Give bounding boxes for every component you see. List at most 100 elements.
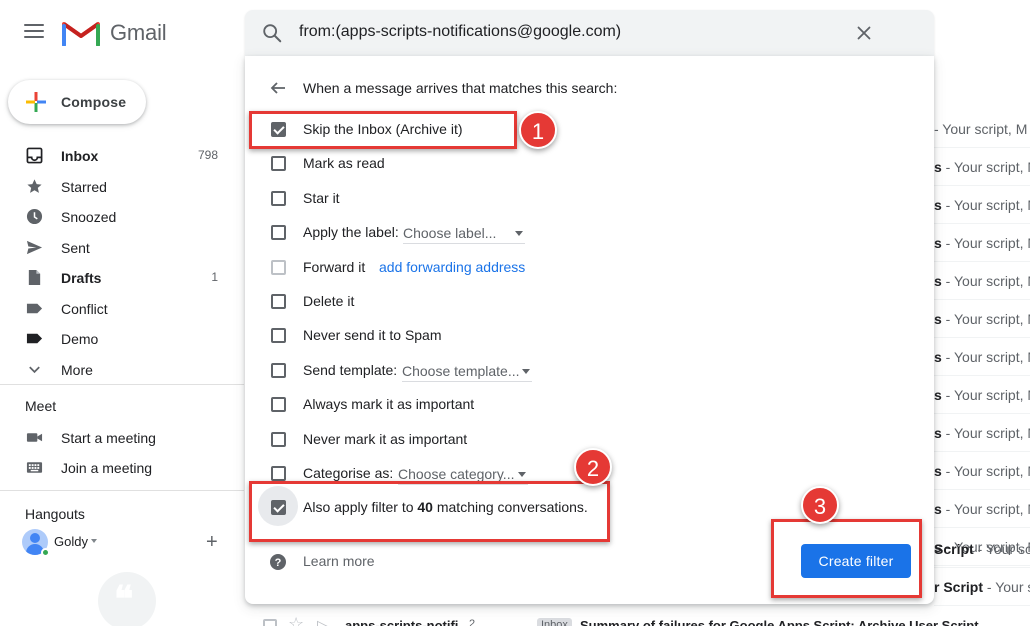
sidebar-item-label: Starred bbox=[61, 178, 107, 195]
star-outline-icon[interactable]: ☆ bbox=[288, 614, 304, 626]
caret-down-icon bbox=[522, 369, 530, 374]
sidebar-item-label: More bbox=[61, 361, 93, 378]
learn-more-link[interactable]: Learn more bbox=[303, 553, 375, 569]
sidebar-item-conflict[interactable]: Conflict bbox=[0, 293, 230, 324]
sidebar-item-count: 1 bbox=[211, 270, 218, 284]
online-status-icon bbox=[41, 548, 50, 557]
snippet: - Your sc bbox=[986, 579, 1030, 595]
inbox-badge: Inbox bbox=[537, 618, 572, 626]
sidebar-item-drafts[interactable]: Drafts 1 bbox=[0, 262, 230, 293]
send-icon bbox=[26, 240, 43, 254]
compose-button[interactable]: Compose bbox=[8, 80, 146, 124]
sender-fragment: s bbox=[934, 463, 942, 479]
category-select-value: Choose category... bbox=[398, 466, 515, 482]
search-icon[interactable] bbox=[261, 22, 283, 44]
list-item[interactable]: s - Your script, M bbox=[934, 452, 1030, 490]
snippet: - Your script, M bbox=[941, 311, 1030, 327]
template-select[interactable]: Choose template... bbox=[402, 360, 532, 382]
option-apply-label[interactable]: Apply the label: Choose label... bbox=[245, 217, 934, 247]
sender-fragment: s bbox=[934, 501, 942, 517]
gmail-brand[interactable]: Gmail bbox=[110, 20, 167, 46]
list-item[interactable]: s - Your script, M bbox=[934, 186, 1030, 224]
option-always-important[interactable]: Always mark it as important bbox=[245, 389, 934, 419]
hangouts-user-name: Goldy bbox=[54, 534, 88, 549]
annotation-badge-1: 1 bbox=[519, 111, 557, 149]
sidebar-item-sent[interactable]: Sent bbox=[0, 232, 230, 263]
list-item[interactable]: r Script - Your sc bbox=[934, 568, 1030, 606]
sidebar-item-demo[interactable]: Demo bbox=[0, 323, 230, 354]
star-icon bbox=[27, 178, 42, 193]
gmail-logo-icon[interactable] bbox=[62, 18, 100, 46]
sidebar-item-snoozed[interactable]: Snoozed bbox=[0, 201, 230, 232]
hangouts-quote-icon: ❝ bbox=[98, 572, 156, 626]
option-send-template[interactable]: Send template: Choose template... bbox=[245, 355, 934, 385]
hangouts-title: Hangouts bbox=[25, 506, 85, 522]
list-item[interactable]: s - Your script, M bbox=[934, 490, 1030, 528]
sidebar-divider bbox=[0, 490, 244, 491]
sidebar-item-inbox[interactable]: Inbox 798 bbox=[0, 140, 230, 171]
chevron-down-icon bbox=[29, 366, 40, 373]
sender-fragment: r Script bbox=[934, 579, 984, 595]
important-marker-icon[interactable]: ▷ bbox=[317, 616, 329, 626]
close-icon[interactable] bbox=[853, 22, 875, 44]
list-item[interactable]: s - Your script, M bbox=[934, 414, 1030, 452]
add-forwarding-address-link[interactable]: add forwarding address bbox=[379, 259, 525, 275]
sender-fragment: s bbox=[934, 197, 942, 213]
snippet: - Your scr bbox=[977, 541, 1030, 557]
start-meeting-label: Start a meeting bbox=[61, 430, 156, 446]
never-spam-checkbox[interactable] bbox=[271, 328, 286, 343]
list-item[interactable]: Script - Your scr bbox=[934, 530, 1030, 568]
caret-down-icon[interactable] bbox=[91, 539, 97, 543]
row-checkbox[interactable] bbox=[263, 619, 277, 626]
categorise-checkbox[interactable] bbox=[271, 466, 286, 481]
option-mark-as-read[interactable]: Mark as read bbox=[245, 148, 934, 178]
list-item[interactable]: s - Your script, M bbox=[934, 300, 1030, 338]
option-label: Star it bbox=[303, 190, 340, 206]
sidebar-item-starred[interactable]: Starred bbox=[0, 171, 230, 202]
option-never-spam[interactable]: Never send it to Spam bbox=[245, 320, 934, 350]
send-template-checkbox[interactable] bbox=[271, 363, 286, 378]
help-icon[interactable]: ? bbox=[269, 553, 287, 571]
join-meeting-item[interactable]: Join a meeting bbox=[0, 452, 230, 482]
search-input[interactable]: from:(apps-scripts-notifications@google.… bbox=[299, 23, 621, 41]
never-important-checkbox[interactable] bbox=[271, 432, 286, 447]
sidebar-divider bbox=[0, 384, 244, 385]
annotation-box-2 bbox=[249, 481, 610, 542]
list-item[interactable]: s - Your script, M bbox=[934, 148, 1030, 186]
list-item[interactable]: - Your script, M bbox=[934, 110, 1030, 148]
label-icon bbox=[26, 303, 43, 313]
annotation-badge-3: 3 bbox=[801, 486, 839, 524]
sidebar-item-more[interactable]: More bbox=[0, 354, 230, 385]
list-item[interactable]: s - Your script, M bbox=[934, 262, 1030, 300]
hangouts-user[interactable]: Goldy + bbox=[22, 529, 232, 557]
option-delete-it[interactable]: Delete it bbox=[245, 286, 934, 316]
option-forward-it[interactable]: Forward it add forwarding address bbox=[245, 252, 934, 282]
search-bar[interactable]: from:(apps-scripts-notifications@google.… bbox=[245, 10, 934, 56]
add-icon[interactable]: + bbox=[206, 531, 218, 554]
arrow-back-icon[interactable] bbox=[269, 79, 287, 97]
main-menu-icon[interactable] bbox=[24, 24, 44, 40]
mark-read-checkbox[interactable] bbox=[271, 156, 286, 171]
start-meeting-item[interactable]: Start a meeting bbox=[0, 422, 230, 452]
forward-checkbox[interactable] bbox=[271, 260, 286, 275]
label-select[interactable]: Choose label... bbox=[403, 222, 525, 244]
template-select-value: Choose template... bbox=[402, 363, 520, 379]
clock-icon bbox=[26, 208, 43, 225]
snippet: - Your script, M bbox=[934, 121, 1028, 137]
always-important-checkbox[interactable] bbox=[271, 397, 286, 412]
option-star-it[interactable]: Star it bbox=[245, 183, 934, 213]
label-select-value: Choose label... bbox=[403, 225, 497, 241]
apply-label-checkbox[interactable] bbox=[271, 225, 286, 240]
delete-checkbox[interactable] bbox=[271, 294, 286, 309]
sender-fragment: s bbox=[934, 425, 942, 441]
star-it-checkbox[interactable] bbox=[271, 191, 286, 206]
list-item[interactable]: s - Your script, M bbox=[934, 224, 1030, 262]
sidebar-item-count: 798 bbox=[197, 148, 218, 162]
list-item[interactable]: s - Your script, M bbox=[934, 376, 1030, 414]
snippet: - Your script, M bbox=[941, 501, 1030, 517]
option-label: Forward it bbox=[303, 259, 366, 275]
table-row[interactable]: ☆ ▷ apps-scripts-notifi 2 Inbox Summary … bbox=[245, 612, 1030, 626]
list-item[interactable]: s - Your script, M bbox=[934, 338, 1030, 376]
annotation-box-3 bbox=[771, 519, 922, 598]
video-camera-icon bbox=[26, 433, 43, 442]
